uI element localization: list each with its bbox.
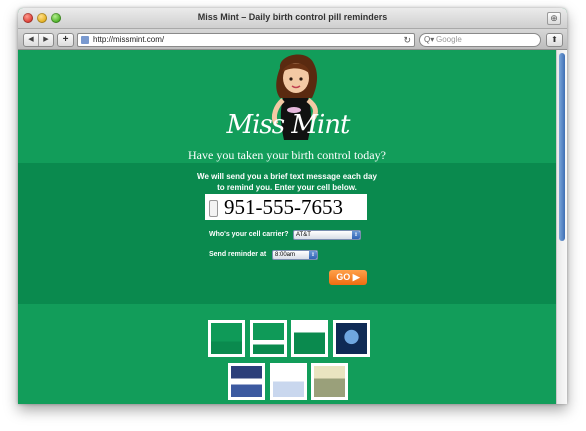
gallery-thumbnail[interactable]	[250, 320, 287, 357]
site-logo: Miss Mint	[226, 110, 350, 140]
carrier-label: Who's your cell carrier?	[209, 231, 289, 238]
title-bar: Miss Mint – Daily birth control pill rem…	[18, 8, 567, 29]
page-content: Miss Mint Have you taken your birth cont…	[18, 50, 556, 404]
vertical-scrollbar[interactable]	[556, 50, 567, 404]
url-text[interactable]: http://missmint.com/	[93, 34, 164, 46]
back-arrow-icon[interactable]: ◀	[24, 34, 39, 46]
cellphone-icon	[209, 200, 218, 217]
browser-toolbar: ◀ ▶ + http://missmint.com/ ↻ Q▾ Google ⬆	[18, 29, 567, 50]
toolbar-toggle-button[interactable]: ⊕	[547, 12, 561, 25]
gallery-thumbnail[interactable]	[270, 363, 307, 400]
address-bar[interactable]: http://missmint.com/ ↻	[77, 33, 415, 47]
carrier-selected-value: AT&T	[296, 232, 311, 238]
phone-number-input[interactable]: 951-555-7653	[205, 194, 367, 220]
favicon-icon	[81, 36, 89, 44]
browser-window: Miss Mint – Daily birth control pill rem…	[18, 8, 567, 404]
search-placeholder[interactable]: Google	[436, 34, 462, 46]
gallery-thumbnail[interactable]	[291, 320, 328, 357]
nav-buttons: ◀ ▶	[23, 33, 54, 47]
signup-form: We will send you a brief text message ea…	[18, 163, 556, 304]
gallery-thumbnail[interactable]	[208, 320, 245, 357]
instructions-text: We will send you a brief text message ea…	[18, 171, 556, 193]
search-icon: Q▾	[424, 35, 435, 44]
gallery-thumbnail[interactable]	[333, 320, 370, 357]
select-arrows-icon: ⇕	[352, 231, 360, 239]
window-title: Miss Mint – Daily birth control pill rem…	[197, 12, 388, 22]
gallery-thumbnail[interactable]	[311, 363, 348, 400]
select-arrows-icon: ⇕	[309, 251, 317, 259]
go-button[interactable]: GO ▶	[329, 270, 367, 285]
phone-number-value[interactable]: 951-555-7653	[224, 195, 343, 219]
gallery-thumbnail[interactable]	[228, 363, 265, 400]
tagline: Have you taken your birth control today?	[188, 148, 386, 162]
reload-icon[interactable]: ↻	[403, 34, 411, 46]
reminder-time-select[interactable]: 8:00am ⇕	[272, 250, 318, 260]
instructions-copy: We will send you a brief text message ea…	[197, 172, 377, 192]
reminder-selected-value: 8:00am	[275, 252, 296, 258]
carrier-select[interactable]: AT&T ⇕	[293, 230, 361, 240]
forward-arrow-icon[interactable]: ▶	[39, 34, 53, 46]
bookmarks-button[interactable]: ⬆	[546, 33, 563, 47]
reminder-label: Send reminder at	[209, 251, 267, 258]
search-field[interactable]: Q▾ Google	[419, 33, 541, 47]
scrollbar-thumb[interactable]	[559, 53, 565, 241]
add-bookmark-button[interactable]: +	[57, 33, 74, 47]
play-arrow-icon: ▶	[352, 272, 360, 282]
go-button-label: GO	[336, 272, 351, 282]
